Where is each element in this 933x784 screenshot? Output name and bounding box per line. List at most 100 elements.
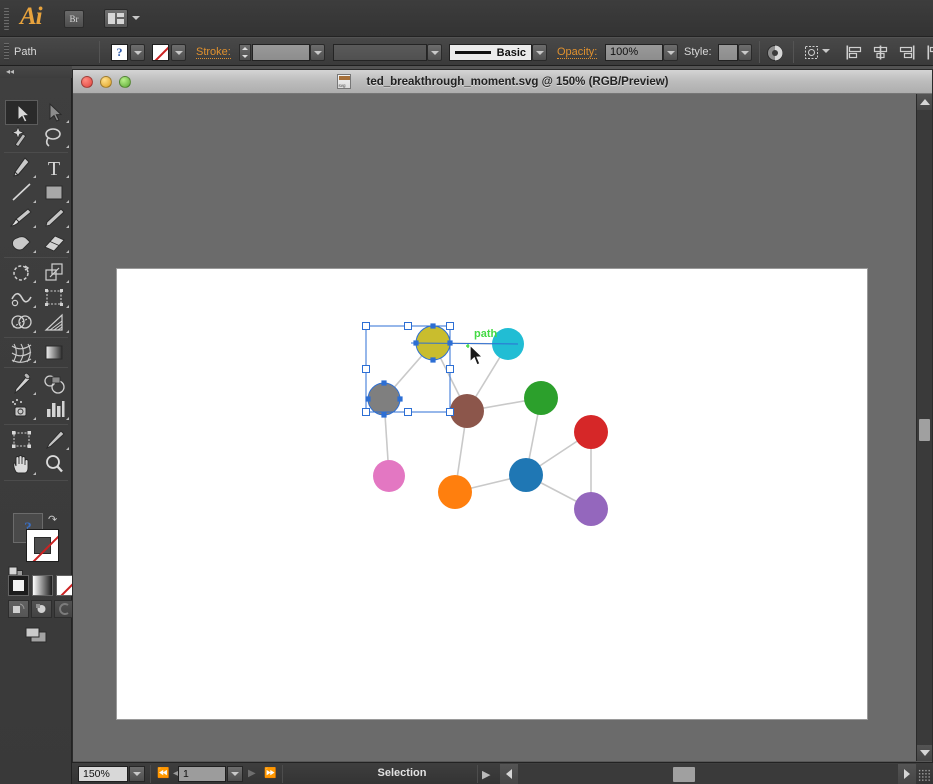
selection-handle[interactable] [362,365,370,373]
style-caret[interactable] [738,44,752,61]
scroll-down-button[interactable] [917,745,932,761]
width-tool[interactable] [5,285,38,310]
free-transform-tool[interactable] [38,285,71,310]
zoom-level-dropdown[interactable] [129,766,145,782]
next-artboard-button[interactable]: ▶ [248,768,256,779]
bridge-button[interactable]: Br [64,10,84,28]
scale-tool[interactable] [38,260,71,285]
horizontal-scroll-thumb[interactable] [673,767,695,782]
gradient-tool[interactable] [38,340,71,365]
draw-normal-button[interactable] [8,600,29,618]
align-right-icon[interactable] [899,44,916,64]
mesh-tool[interactable] [5,340,38,365]
symbol-sprayer-tool[interactable] [5,397,38,422]
fill-color-box[interactable] [26,529,59,562]
selection-handle[interactable] [404,408,412,416]
scroll-right-button[interactable] [898,764,916,784]
transform-icon[interactable] [803,44,820,64]
type-tool[interactable]: T [38,155,71,180]
graph-node-red[interactable] [574,415,608,449]
zoom-window-button[interactable] [119,76,131,88]
align-more-icon[interactable] [926,44,933,64]
artboard-number-field[interactable]: 1 [178,766,226,782]
vertical-scrollbar[interactable] [916,94,932,761]
rotate-tool[interactable] [5,260,38,285]
selection-handle[interactable] [446,322,454,330]
window-resize-grip[interactable] [918,769,931,782]
artboard-dropdown[interactable] [227,766,243,782]
arrange-caret-icon[interactable] [132,16,140,20]
graph-node-pink[interactable] [373,460,405,492]
rectangle-tool[interactable] [38,180,71,205]
blend-tool[interactable] [38,372,71,397]
draw-behind-button[interactable] [31,600,52,618]
graph-node-orange[interactable] [438,475,472,509]
stroke-dropdown[interactable] [171,44,186,61]
stroke-weight-label[interactable]: Stroke: [196,46,231,59]
stroke-weight-field[interactable] [252,44,310,61]
graph-node-green[interactable] [524,381,558,415]
scroll-left-button[interactable] [500,764,518,784]
selection-handle[interactable] [362,322,370,330]
color-mode-button[interactable] [8,575,29,596]
column-graph-tool[interactable] [38,397,71,422]
selection-tool[interactable] [5,100,38,125]
opacity-field[interactable]: 100% [605,44,663,61]
artboard-tool[interactable] [5,427,38,452]
first-artboard-button[interactable]: ⏪ [157,768,169,779]
brush-definition-field[interactable]: Basic [449,44,532,61]
artwork-node-graph[interactable] [73,94,918,761]
controlbar-gripper[interactable] [4,43,9,61]
graph-node-blue[interactable] [509,458,543,492]
close-button[interactable] [81,76,93,88]
appbar-gripper[interactable] [4,8,9,30]
toolbox-collapse-icon[interactable]: ◂◂ [6,68,14,76]
minimize-button[interactable] [100,76,112,88]
fill-swatch[interactable]: ? [111,44,128,61]
blob-brush-tool[interactable] [5,230,38,255]
pen-tool[interactable] [5,155,38,180]
zoom-level-field[interactable]: 150% [78,766,128,782]
swap-fill-stroke-icon[interactable]: ↷ [48,513,57,526]
eraser-tool[interactable] [38,230,71,255]
arrange-documents-button[interactable] [104,9,128,28]
brush-definition-caret[interactable] [532,44,547,61]
transparency-icon[interactable] [766,44,784,65]
vertical-scroll-thumb[interactable] [919,419,930,441]
paintbrush-tool[interactable] [5,205,38,230]
graph-node-purple[interactable] [574,492,608,526]
stroke-profile-caret[interactable] [427,44,442,61]
stroke-profile-field[interactable] [333,44,427,61]
canvas-area[interactable]: path [73,94,918,761]
last-artboard-button[interactable]: ⏩ [264,768,276,779]
shape-builder-tool[interactable] [5,310,38,335]
stroke-weight-stepper[interactable] [239,44,251,61]
graph-node-brown[interactable] [450,394,484,428]
horizontal-scroll-track[interactable] [518,764,915,784]
transform-caret-icon[interactable] [822,49,830,53]
align-center-horizontal-icon[interactable] [872,44,889,64]
slice-tool[interactable] [38,427,71,452]
scroll-up-button[interactable] [917,94,932,110]
magic-wand-tool[interactable] [5,125,38,150]
line-segment-tool[interactable] [5,180,38,205]
opacity-label[interactable]: Opacity: [557,46,598,59]
document-title-bar[interactable]: svg ted_breakthrough_moment.svg @ 150% (… [73,70,932,94]
toolbox-header[interactable]: ◂◂ [0,66,72,78]
perspective-grid-tool[interactable] [38,310,71,335]
status-expand-button[interactable]: ▶ [482,768,490,781]
zoom-tool[interactable] [38,452,71,477]
direct-selection-tool[interactable] [38,100,71,125]
fill-dropdown[interactable] [130,44,145,61]
align-left-icon[interactable] [845,44,862,64]
selection-handle[interactable] [404,322,412,330]
lasso-tool[interactable] [38,125,71,150]
selection-handle[interactable] [446,365,454,373]
opacity-caret[interactable] [663,44,678,61]
selection-handle[interactable] [362,408,370,416]
change-screen-mode-button[interactable] [24,626,48,647]
stroke-swatch[interactable] [152,44,169,61]
style-swatch[interactable] [718,44,738,61]
gradient-mode-button[interactable] [32,575,53,596]
eyedropper-tool[interactable] [5,372,38,397]
